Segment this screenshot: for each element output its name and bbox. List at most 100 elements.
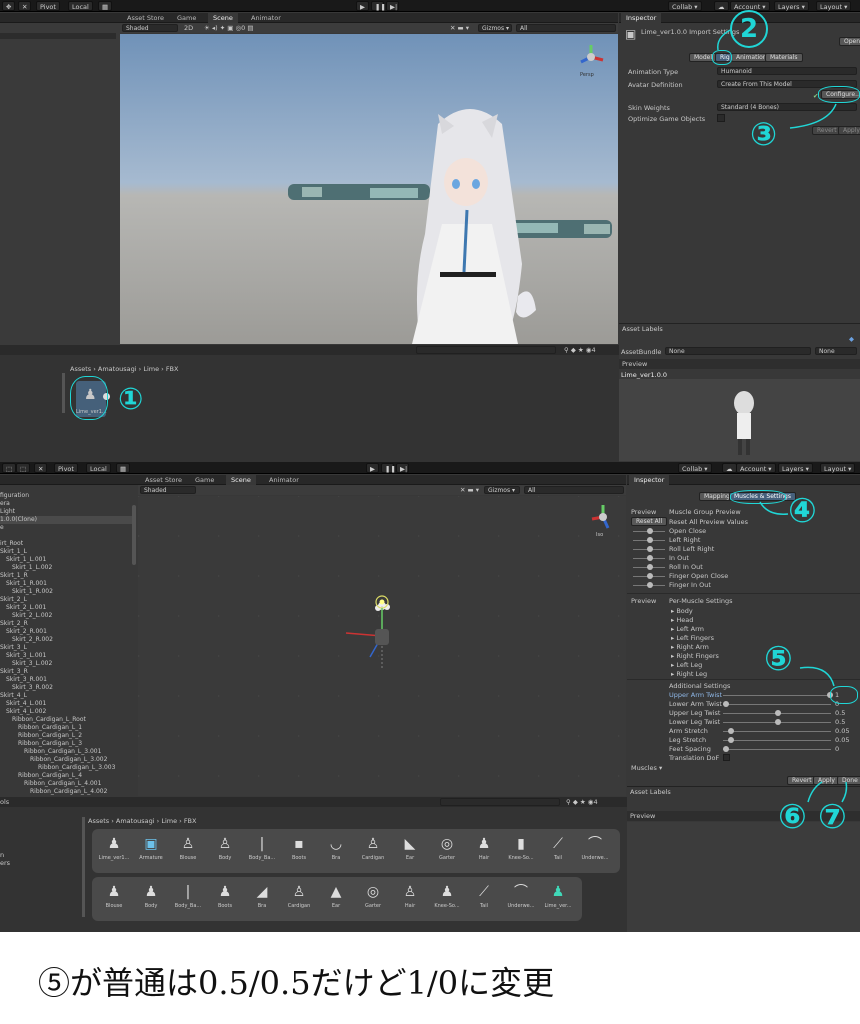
apply-button[interactable]: Apply	[838, 126, 860, 135]
animation-type-dropdown[interactable]: Humanoid	[717, 67, 857, 75]
hierarchy-item[interactable]: Skirt_1_L.001	[6, 556, 46, 564]
project-asset[interactable]: ♙ Body	[207, 833, 243, 869]
layers-dropdown[interactable]: Layers ▾	[778, 463, 813, 473]
hierarchy-item[interactable]: Ribbon_Cardigan_L_4	[18, 772, 82, 780]
hierarchy-item[interactable]: Skirt_1_L.002	[12, 564, 52, 572]
scene-search-input[interactable]: All	[516, 24, 616, 32]
tab-animator[interactable]: Animator	[246, 13, 286, 23]
rect-tool-icon[interactable]: ⬚	[2, 463, 17, 473]
setting-value-field[interactable]: 0.5	[835, 718, 845, 726]
foldout-right-fingers[interactable]: ▸ Right Fingers	[671, 652, 719, 660]
pause-icon[interactable]: ❚❚	[381, 463, 396, 473]
bottom-scene-viewport[interactable]: Iso	[138, 496, 626, 796]
done-button[interactable]: Done	[837, 776, 860, 785]
foldout-right-arm[interactable]: ▸ Right Arm	[671, 643, 709, 651]
custom-tool-icon[interactable]: ✕	[34, 463, 48, 473]
setting-slider-track[interactable]	[723, 749, 831, 750]
hierarchy-item[interactable]: Skirt_1_R	[0, 572, 28, 580]
hierarchy-item[interactable]: Skirt_3_R	[0, 668, 28, 676]
foldout-left-leg[interactable]: ▸ Left Leg	[671, 661, 702, 669]
tab-materials[interactable]: Materials	[765, 53, 803, 62]
scene-search-input[interactable]: All	[524, 486, 624, 494]
2d-toggle[interactable]: 2D	[184, 24, 193, 32]
project-asset[interactable]: ▣ Armature	[133, 833, 169, 869]
tab-game[interactable]: Game	[172, 13, 201, 23]
project-asset[interactable]: ♟ Knee-So...	[429, 881, 465, 917]
layers-dropdown[interactable]: Layers ▾	[774, 1, 809, 11]
hierarchy-item[interactable]: Skirt_4_L.001	[6, 700, 46, 708]
hierarchy-item[interactable]: Skirt_3_L.001	[6, 652, 46, 660]
hierarchy-item[interactable]: Light	[0, 508, 15, 516]
hierarchy-item[interactable]: Skirt_3_L	[0, 644, 27, 652]
project-filter-icons[interactable]: ⚲ ◆ ★ ◉4	[564, 346, 596, 354]
layout-dropdown[interactable]: Layout ▾	[820, 463, 856, 473]
setting-value-field[interactable]: 0	[835, 745, 839, 753]
setting-slider-knob[interactable]	[775, 710, 781, 716]
layout-dropdown[interactable]: Layout ▾	[816, 1, 852, 11]
hierarchy-item[interactable]: Skirt_1_R.002	[12, 588, 53, 596]
project-left-item[interactable]: n	[0, 851, 4, 859]
project-asset[interactable]: ◎ Garter	[355, 881, 391, 917]
hierarchy-item[interactable]: Skirt_2_R.001	[6, 628, 47, 636]
setting-slider-knob[interactable]	[728, 737, 735, 743]
project-asset[interactable]: ♟ Boots	[207, 881, 243, 917]
hand-tool-icon[interactable]: ✥	[2, 1, 16, 11]
assetbundle-variant-dropdown[interactable]: None	[815, 347, 857, 355]
project-left-item[interactable]: ers	[0, 859, 10, 867]
slider-knob[interactable]	[647, 564, 653, 570]
project-asset[interactable]: ◡ Bra	[318, 833, 354, 869]
slider-knob[interactable]	[647, 582, 653, 588]
setting-value-field[interactable]: 0.5	[835, 709, 845, 717]
project-asset[interactable]: ▪ Boots	[281, 833, 317, 869]
tab-scene[interactable]: Scene	[208, 13, 238, 23]
transform-tool-icon[interactable]: ✕	[18, 1, 32, 11]
project-asset[interactable]: | Body_Ba...	[244, 833, 280, 869]
hierarchy-item[interactable]: Ribbon_Cardigan_L_3.003	[38, 764, 115, 772]
tab-inspector[interactable]: Inspector	[629, 475, 670, 485]
slider-knob[interactable]	[647, 528, 653, 534]
hierarchy-item[interactable]: Skirt_1_R.001	[6, 580, 47, 588]
project-asset[interactable]: ♟ Lime_ver1...	[96, 833, 132, 869]
tools-icon[interactable]: ✕ ▬ ▾	[450, 24, 469, 32]
tab-asset-store[interactable]: Asset Store	[122, 13, 169, 23]
project-breadcrumb[interactable]: Assets › Amatousagi › Lime › FBX	[70, 365, 178, 373]
slider-knob[interactable]	[647, 555, 653, 561]
tab-animator[interactable]: Animator	[264, 475, 304, 485]
tab-inspector[interactable]: Inspector	[621, 13, 662, 23]
step-icon[interactable]: ▶|	[396, 463, 409, 473]
setting-slider-knob[interactable]	[728, 728, 735, 734]
project-asset[interactable]: ▮ Knee-So...	[503, 833, 539, 869]
project-asset[interactable]: | Body_Ba...	[170, 881, 206, 917]
project-asset[interactable]: ♙ Blouse	[170, 833, 206, 869]
hierarchy-scrollbar[interactable]	[132, 505, 136, 565]
foldout-left-fingers[interactable]: ▸ Left Fingers	[671, 634, 714, 642]
shading-dropdown[interactable]: Shaded	[122, 24, 178, 32]
assetbundle-dropdown[interactable]: None	[665, 347, 811, 355]
play-icon[interactable]: ▶	[366, 463, 379, 473]
hierarchy-item[interactable]: Skirt_2_L.001	[6, 604, 46, 612]
setting-slider-knob[interactable]	[723, 746, 729, 752]
step-icon[interactable]: ▶|	[386, 1, 399, 11]
project-asset[interactable]: ♙ Cardigan	[281, 881, 317, 917]
project-asset[interactable]: ♙ Hair	[392, 881, 428, 917]
play-icon[interactable]: ▶	[356, 1, 369, 11]
tag-icon[interactable]: ◆	[849, 335, 854, 343]
preview-tab[interactable]: Preview	[630, 812, 655, 820]
scene-orientation-gizmo[interactable]: Iso	[588, 502, 618, 540]
hierarchy-item[interactable]: Skirt_1_L	[0, 548, 27, 556]
foldout-head[interactable]: ▸ Head	[671, 616, 693, 624]
tab-scene[interactable]: Scene	[226, 475, 256, 485]
pause-icon[interactable]: ❚❚	[371, 1, 386, 11]
hierarchy-item[interactable]: Skirt_4_L.002	[6, 708, 46, 716]
preview-viewport[interactable]	[619, 379, 860, 461]
project-asset[interactable]: ◣ Ear	[392, 833, 428, 869]
foldout-left-arm[interactable]: ▸ Left Arm	[671, 625, 704, 633]
project-asset[interactable]: ⌒ Underwe...	[503, 881, 539, 917]
hierarchy-item[interactable]: Skirt_2_L	[0, 596, 27, 604]
hierarchy-item-selected[interactable]: 1.0.0(Clone)	[0, 516, 132, 524]
gizmos-dropdown[interactable]: Gizmos ▾	[484, 486, 520, 494]
foldout-right-leg[interactable]: ▸ Right Leg	[671, 670, 707, 678]
gizmos-dropdown[interactable]: Gizmos ▾	[478, 24, 512, 32]
hierarchy-item[interactable]: era	[0, 500, 10, 508]
hierarchy-item[interactable]: irt_Root	[0, 540, 23, 548]
